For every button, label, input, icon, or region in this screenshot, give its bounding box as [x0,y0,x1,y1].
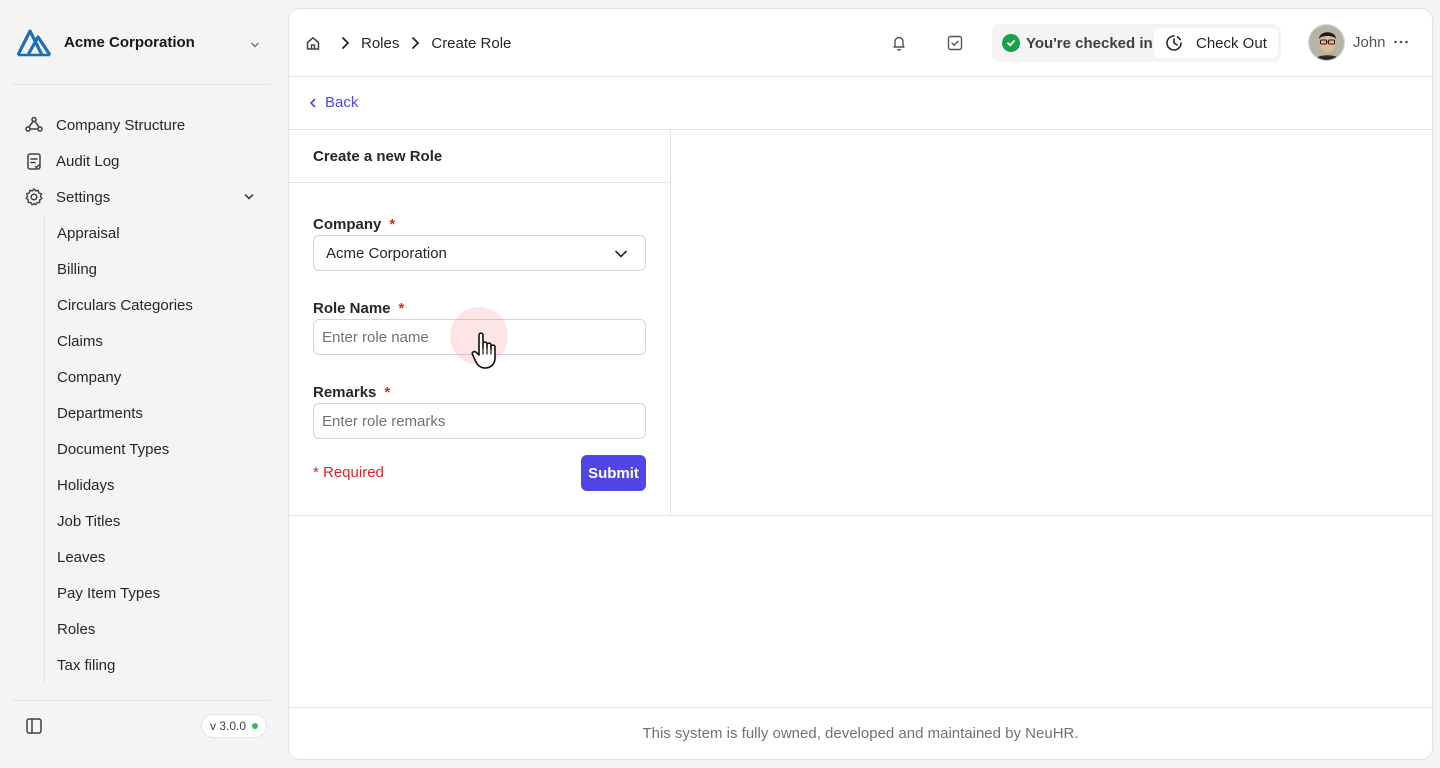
checkin-status-text: You're checked in [1026,34,1153,52]
form-title: Create a new Role [313,148,443,165]
chevron-right-icon [342,37,350,49]
company-select-value: Acme Corporation [326,244,447,262]
check-circle-icon [1002,34,1020,52]
company-logo-icon [16,29,52,57]
remarks-field-label: Remarks * [313,384,390,401]
hand-pointer-icon [471,332,496,369]
required-asterisk: * [398,300,405,317]
checkin-status-panel: You're checked in Check Out [992,24,1281,62]
sidebar-divider [12,700,270,701]
bell-icon[interactable] [889,33,909,53]
sidebar: Acme Corporation Company Structure Audit… [0,0,282,768]
hierarchy-icon [25,116,43,132]
sidebar-subitem-pay-item-types[interactable]: Pay Item Types [45,577,270,609]
status-dot-icon [252,723,259,729]
chevron-down-icon [244,194,254,200]
sidebar-subitem-tax-filing[interactable]: Tax filing [45,649,270,681]
required-asterisk: * [384,384,391,401]
top-bar: Roles Create Role You're checked in Chec… [289,9,1432,77]
submit-button[interactable]: Submit [581,455,646,491]
sidebar-subitem-leaves[interactable]: Leaves [45,541,270,573]
company-select[interactable]: Acme Corporation [313,235,646,271]
sidebar-subitem-holidays[interactable]: Holidays [45,469,270,501]
back-link[interactable]: Back [307,94,358,111]
user-name: John [1353,34,1386,51]
gear-icon [25,188,43,206]
company-field-label: Company * [313,216,395,233]
sidebar-divider [12,84,270,85]
check-out-button[interactable]: Check Out [1154,28,1278,58]
task-checkbox-icon[interactable] [945,33,965,53]
sidebar-subitem-claims[interactable]: Claims [45,325,270,357]
org-switcher[interactable]: Acme Corporation [0,0,282,84]
main-panel: Roles Create Role You're checked in Chec… [288,8,1433,760]
remarks-input[interactable] [313,403,646,439]
sidebar-subitem-roles[interactable]: Roles [45,613,270,645]
sidebar-item-audit-log[interactable]: Audit Log [12,145,270,177]
home-icon[interactable] [305,35,321,51]
sidebar-item-label: Company Structure [56,116,186,134]
clock-icon [1166,35,1182,51]
org-name: Acme Corporation [64,33,195,51]
check-out-label: Check Out [1196,34,1267,52]
company-label-text: Company [313,216,382,233]
breadcrumb-roles[interactable]: Roles [361,35,399,52]
sidebar-item-settings[interactable]: Settings [12,181,270,213]
avatar[interactable] [1308,24,1345,61]
clipboard-icon [27,153,41,170]
role-name-field-label: Role Name * [313,300,404,317]
sidebar-item-label: Audit Log [56,152,120,170]
breadcrumb: Roles Create Role [305,31,519,55]
chevron-left-icon [309,98,316,107]
form-side-area [671,130,1432,516]
required-asterisk: * [389,216,396,233]
chevron-down-icon [615,250,627,258]
sidebar-subitem-circulars-categories[interactable]: Circulars Categories [45,289,270,321]
more-options-icon[interactable] [1392,33,1410,51]
sidebar-item-label: Settings [56,188,111,206]
back-row: Back [289,77,1432,130]
sidebar-subitem-company[interactable]: Company [45,361,270,393]
sidebar-subitem-billing[interactable]: Billing [45,253,270,285]
sidebar-subitem-appraisal[interactable]: Appraisal [45,217,270,249]
version-label: v 3.0.0 [210,719,247,733]
sidebar-item-company-structure[interactable]: Company Structure [12,109,270,141]
sidebar-subitem-job-titles[interactable]: Job Titles [45,505,270,537]
role-name-label-text: Role Name [313,300,391,317]
breadcrumb-current: Create Role [431,34,512,52]
page-footer: This system is fully owned, developed an… [289,707,1432,759]
remarks-label-text: Remarks [313,384,377,401]
chevron-right-icon [412,37,420,49]
sidebar-subitem-departments[interactable]: Departments [45,397,270,429]
sidebar-toggle-icon[interactable] [24,716,44,736]
form-header: Create a new Role [289,130,670,183]
chevron-down-icon [251,42,259,48]
required-note: * Required [313,464,384,481]
create-role-form: Create a new Role Company * Acme Corporat… [289,130,671,516]
version-badge: v 3.0.0 [201,714,268,738]
sidebar-subitem-document-types[interactable]: Document Types [45,433,270,465]
back-label: Back [325,94,359,111]
footer-text: This system is fully owned, developed an… [642,725,1079,742]
